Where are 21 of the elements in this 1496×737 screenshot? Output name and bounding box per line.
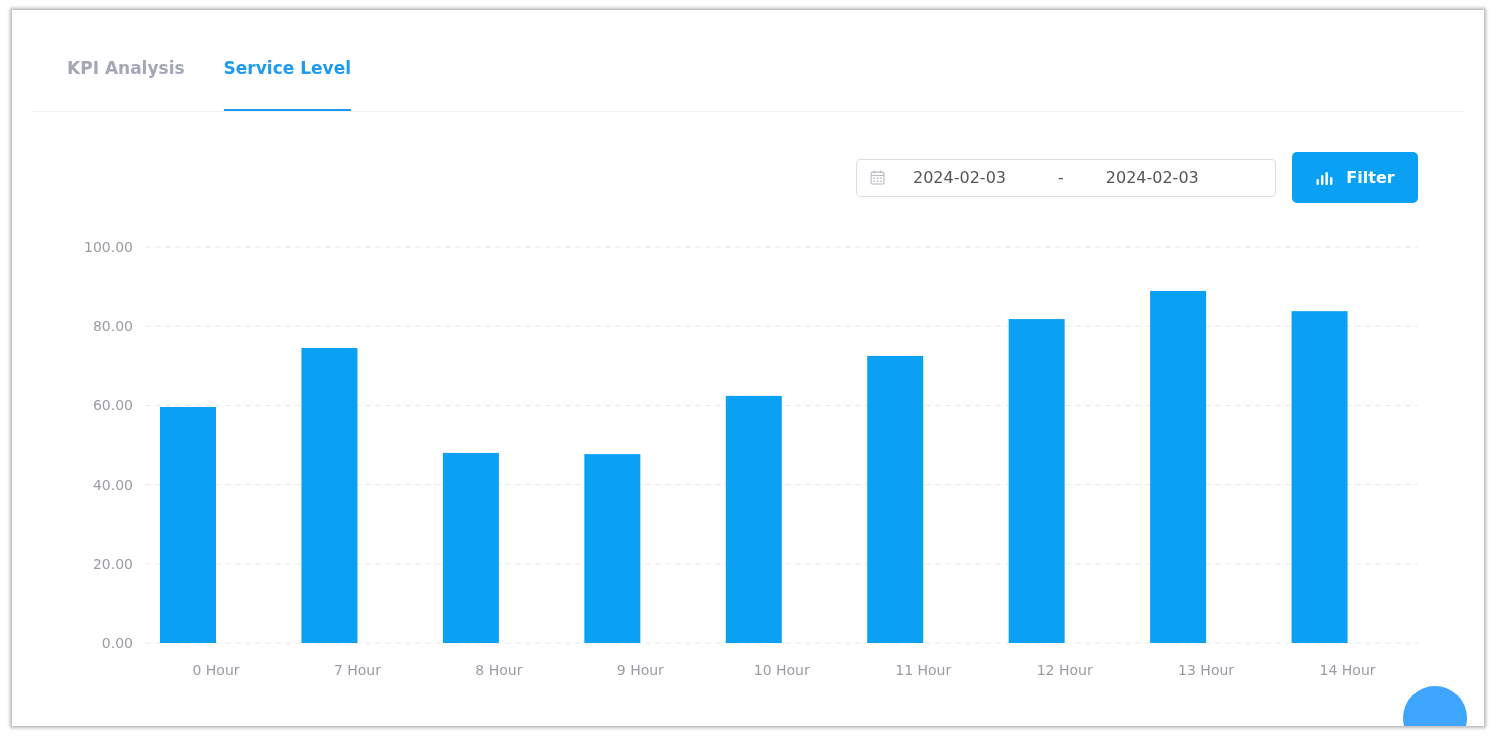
range-separator: -: [1058, 168, 1064, 187]
y-axis-label: 0.00: [101, 635, 133, 651]
y-axis-label: 40.00: [92, 476, 133, 493]
y-axis-label: 20.00: [92, 555, 133, 572]
x-axis-label: 13 Hour: [1178, 662, 1235, 678]
calendar-icon: [870, 170, 885, 185]
x-axis-label: 0 Hour: [192, 662, 240, 678]
y-axis-label: 60.00: [92, 397, 133, 414]
y-axis-label: 100.00: [84, 239, 133, 255]
y-axis-label: 80.00: [92, 318, 133, 335]
x-axis-label: 11 Hour: [895, 662, 952, 678]
x-axis-label: 9 Hour: [616, 662, 664, 678]
end-date[interactable]: 2024-02-03: [1105, 168, 1199, 187]
date-range-picker[interactable]: 2024-02-03 - 2024-02-03: [856, 158, 1276, 197]
x-axis-label: 12 Hour: [1036, 662, 1093, 678]
x-axis-label: 10 Hour: [753, 662, 810, 678]
bar-chart-icon: [1315, 170, 1335, 185]
x-axis-label: 14 Hour: [1319, 662, 1376, 678]
start-date[interactable]: 2024-02-03: [913, 168, 1006, 187]
x-axis-label: 8 Hour: [475, 662, 523, 678]
x-axis-label: 7 Hour: [333, 662, 381, 678]
